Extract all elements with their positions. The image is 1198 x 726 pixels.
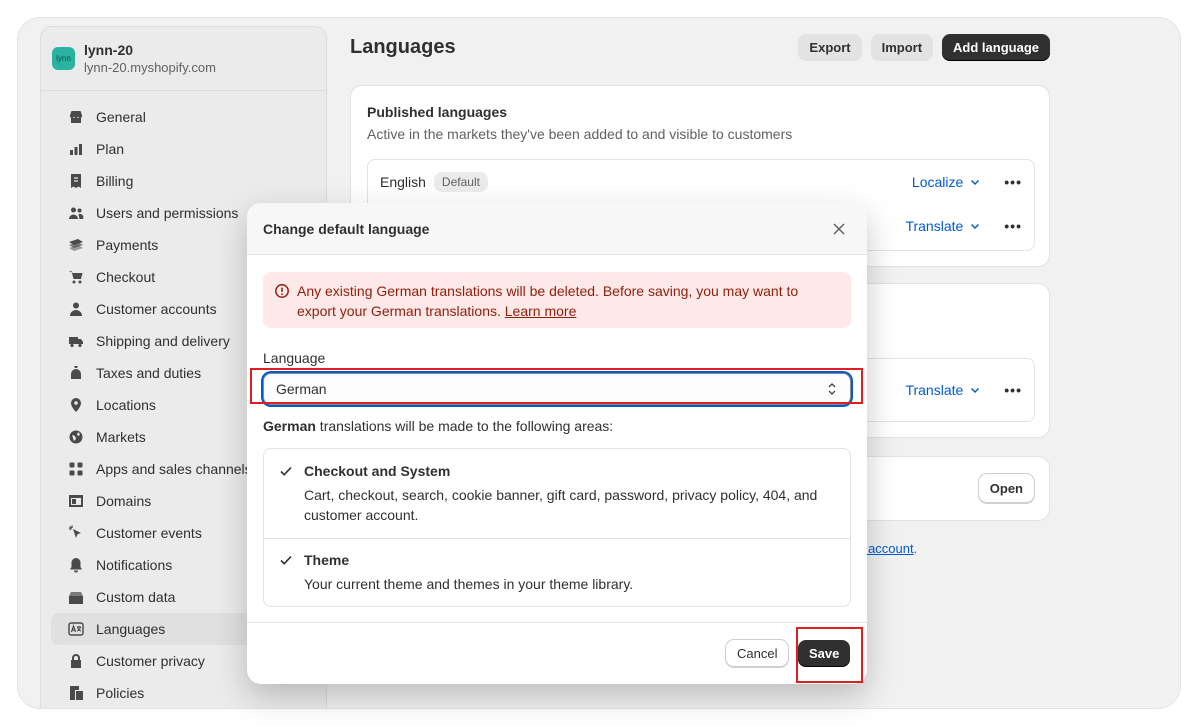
sidebar-item-label: Users and permissions	[96, 205, 239, 221]
store-logo: lynn	[52, 47, 75, 70]
language-icon	[67, 620, 85, 638]
sidebar-item-plan[interactable]: Plan	[51, 133, 316, 165]
sidebar-item-label: Languages	[96, 621, 166, 637]
users-icon	[67, 204, 85, 222]
translate-label: Translate	[905, 218, 964, 234]
sidebar-item-label: Apps and sales channels	[96, 461, 252, 477]
truck-icon	[67, 332, 85, 350]
store-switcher[interactable]: lynn lynn-20 lynn-20.myshopify.com	[41, 27, 326, 91]
more-actions-icon[interactable]: •••	[1004, 174, 1022, 190]
more-actions-icon[interactable]: •••	[1004, 218, 1022, 234]
billing-icon	[67, 172, 85, 190]
add-language-button[interactable]: Add language	[942, 34, 1050, 61]
sidebar-item-label: Custom data	[96, 589, 176, 605]
localize-label: Localize	[911, 174, 964, 190]
sidebar-item-label: Domains	[96, 493, 152, 509]
close-button[interactable]	[827, 217, 851, 241]
highlight-save-button	[796, 627, 863, 683]
sidebar-item-label: Notifications	[96, 557, 173, 573]
cursor-icon	[67, 524, 85, 542]
published-languages-title: Published languages	[367, 104, 508, 120]
location-icon	[67, 396, 85, 414]
database-icon	[67, 588, 85, 606]
sidebar-item-label: General	[96, 109, 146, 125]
area-checkout-system: Checkout and System Cart, checkout, sear…	[264, 463, 850, 525]
sidebar-item-label: Customer events	[96, 525, 202, 541]
chevron-down-icon	[971, 179, 980, 186]
sidebar-item-label: Customer privacy	[96, 653, 205, 669]
language-name: English	[380, 174, 426, 190]
person-icon	[67, 300, 85, 318]
warning-banner: Any existing German translations will be…	[263, 272, 851, 328]
sidebar-item-label: Shipping and delivery	[96, 333, 230, 349]
modal-title: Change default language	[263, 220, 430, 237]
more-actions-icon[interactable]: •••	[1004, 382, 1022, 398]
language-field-label: Language	[263, 350, 326, 366]
areas-intro-language: German	[263, 418, 316, 434]
area-title: Theme	[304, 552, 350, 568]
page-actions: Export Import Add language	[798, 34, 1050, 61]
tax-icon	[67, 364, 85, 382]
translate-label: Translate	[905, 382, 964, 398]
sidebar-item-label: Locations	[96, 397, 156, 413]
modal-footer: Cancel Save	[247, 622, 867, 684]
lock-icon	[67, 652, 85, 670]
store-url: lynn-20.myshopify.com	[84, 60, 216, 75]
chevron-down-icon	[971, 223, 980, 230]
published-languages-subtitle: Active in the markets they've been added…	[367, 126, 793, 142]
modal-header: Change default language	[247, 203, 867, 255]
sidebar-item-label: Billing	[96, 173, 134, 189]
close-icon	[833, 222, 845, 235]
bell-icon	[67, 556, 85, 574]
highlight-language-select	[250, 368, 863, 404]
domains-icon	[67, 492, 85, 510]
default-badge: Default	[433, 172, 488, 192]
import-button[interactable]: Import	[870, 34, 934, 61]
plan-icon	[67, 140, 85, 158]
store-name: lynn-20	[84, 42, 134, 58]
footnote-suffix: .	[913, 541, 918, 556]
export-button[interactable]: Export	[798, 34, 862, 61]
language-row-english: English Default Localize •••	[368, 160, 1034, 204]
open-button[interactable]: Open	[978, 474, 1034, 503]
translation-areas-list: Checkout and System Cart, checkout, sear…	[263, 448, 851, 607]
sidebar-item-label: Policies	[96, 685, 145, 701]
sidebar-item-billing[interactable]: Billing	[51, 165, 316, 197]
store-icon	[67, 108, 85, 126]
area-divider	[264, 538, 850, 539]
cart-icon	[67, 268, 85, 286]
translate-dropdown-2[interactable]: Translate	[905, 382, 982, 398]
page-title: Languages	[350, 36, 456, 58]
translate-dropdown[interactable]: Translate	[905, 218, 982, 234]
areas-intro-text: translations will be made to the followi…	[315, 418, 614, 434]
sidebar-item-general[interactable]: General	[51, 101, 316, 133]
cancel-button[interactable]: Cancel	[726, 640, 789, 667]
checkmark-icon	[280, 466, 292, 476]
checkmark-icon	[280, 555, 292, 565]
chevron-down-icon	[971, 387, 980, 394]
sidebar-item-label: Customer accounts	[96, 301, 217, 317]
globe-icon	[67, 428, 85, 446]
apps-icon	[67, 460, 85, 478]
sidebar-item-label: Checkout	[96, 269, 156, 285]
sidebar-item-label: Taxes and duties	[96, 365, 202, 381]
sidebar-item-label: Payments	[96, 237, 159, 253]
alert-circle-icon	[275, 284, 289, 298]
area-description: Your current theme and themes in your th…	[304, 576, 634, 592]
learn-more-link[interactable]: Learn more	[505, 303, 577, 319]
sidebar-item-label: Markets	[96, 429, 146, 445]
localize-dropdown[interactable]: Localize	[912, 174, 982, 190]
area-theme: Theme Your current theme and themes in y…	[264, 552, 850, 594]
policies-icon	[67, 684, 85, 702]
sidebar-item-label: Plan	[96, 141, 125, 157]
change-default-language-modal: Change default language Any existing Ger…	[247, 203, 867, 684]
area-description: Cart, checkout, search, cookie banner, g…	[304, 487, 818, 523]
areas-intro: German translations will be made to the …	[263, 418, 613, 434]
payments-icon	[67, 236, 85, 254]
area-title: Checkout and System	[304, 463, 451, 479]
